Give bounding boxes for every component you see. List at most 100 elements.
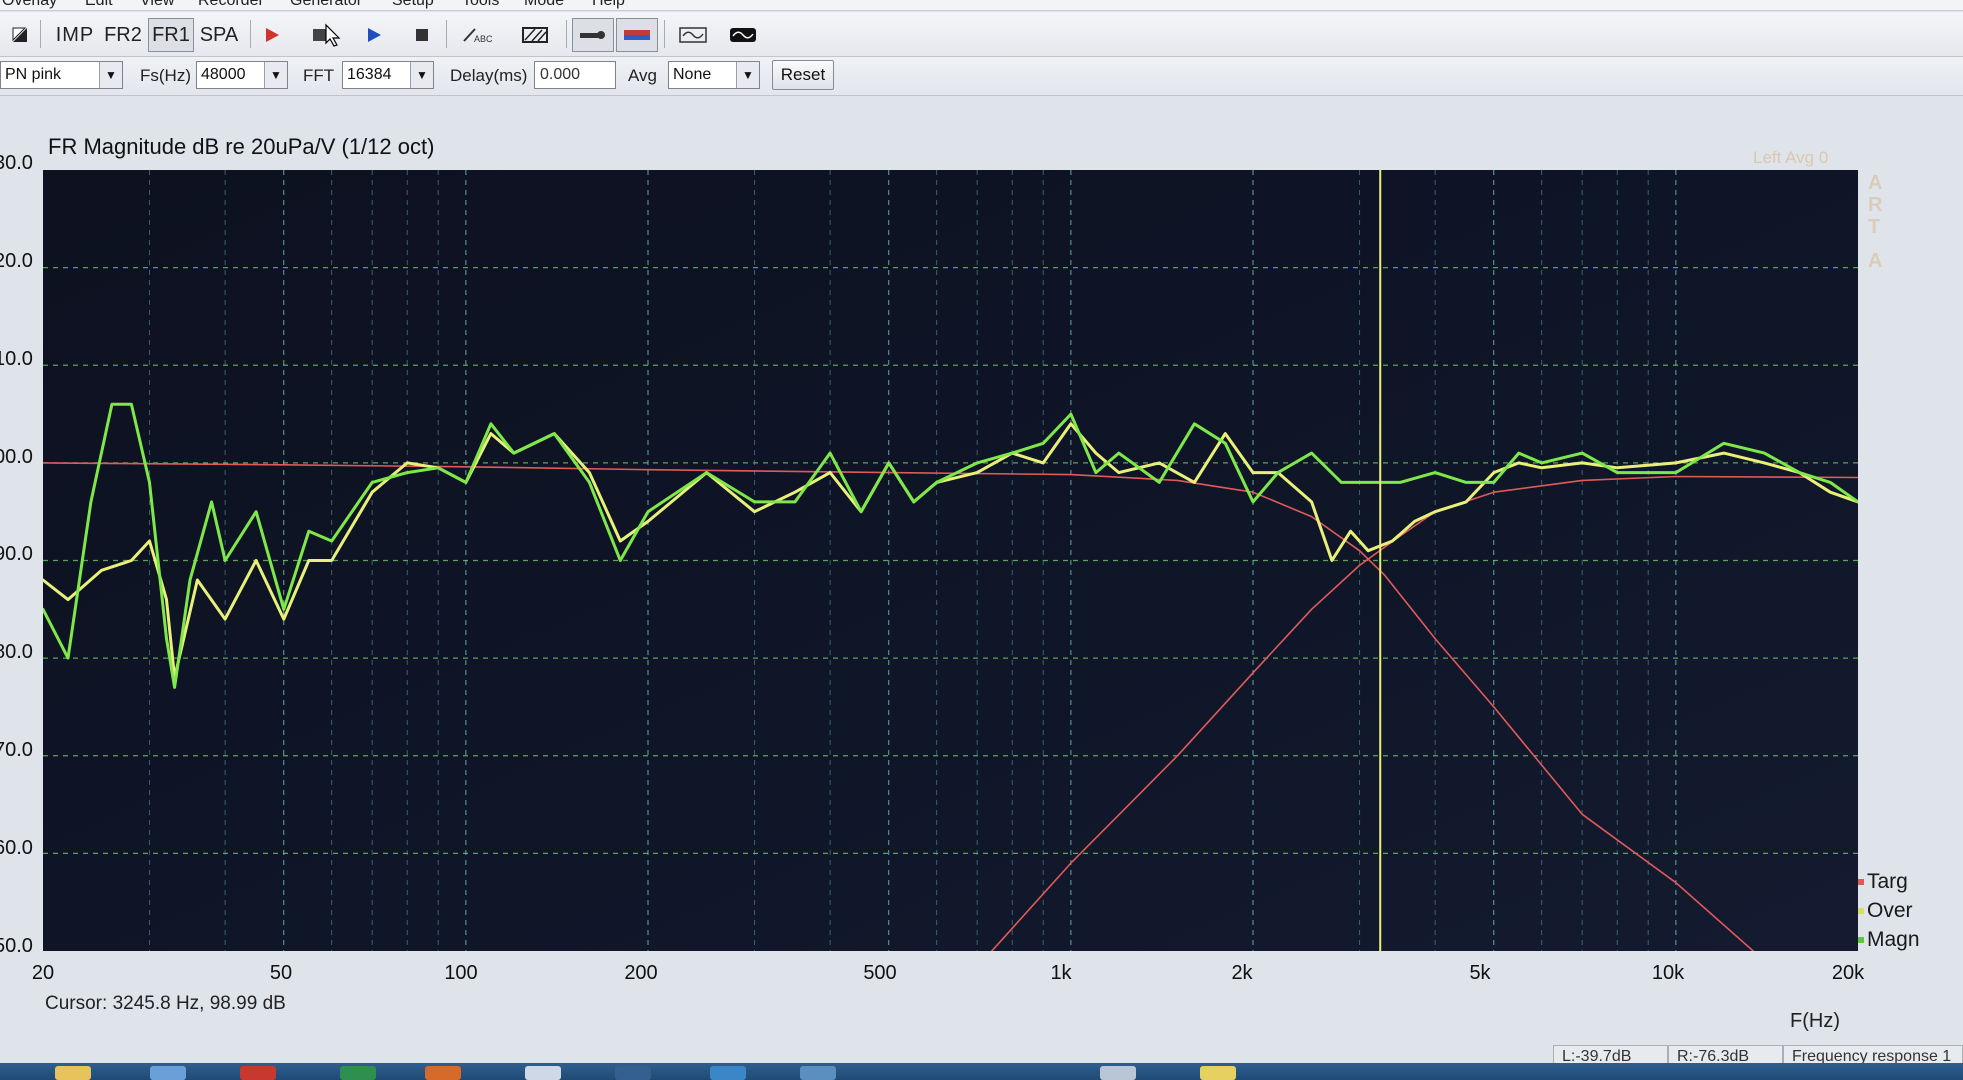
- reset-button[interactable]: Reset: [772, 60, 834, 90]
- taskbar-browser-icon[interactable]: [525, 1066, 561, 1080]
- x-tick-label: 20k: [1831, 962, 1865, 984]
- chevron-down-icon[interactable]: ▼: [99, 62, 122, 88]
- legend-label: Over: [1867, 899, 1913, 922]
- toolbar-separator: [446, 20, 447, 48]
- legend-swatch: [1858, 879, 1864, 886]
- delay-field[interactable]: 0.000: [534, 61, 616, 89]
- taskbar-app-icon[interactable]: [150, 1066, 186, 1080]
- cursor-readout: Cursor: 3245.8 Hz, 98.99 dB: [45, 993, 286, 1014]
- spectrum-icon[interactable]: [616, 18, 658, 52]
- taskbar-app-icon[interactable]: [800, 1066, 836, 1080]
- taskbar-folder-icon[interactable]: [55, 1066, 91, 1080]
- waveform-icon[interactable]: [672, 18, 714, 52]
- graph-title: FR Magnitude dB re 20uPa/V (1/12 oct): [48, 134, 435, 159]
- legend-swatch: [1858, 937, 1864, 944]
- legend-swatch: [1858, 908, 1864, 915]
- menu-view[interactable]: View: [140, 0, 174, 10]
- play-icon[interactable]: [358, 18, 390, 52]
- menu-setup[interactable]: Setup: [392, 0, 434, 10]
- taskbar-app-icon[interactable]: [710, 1066, 746, 1080]
- fft-label: FFT: [303, 66, 335, 85]
- control-bar: PN pink ▼ Fs(Hz) 48000 ▼ FFT 16384 ▼ Del…: [0, 57, 1963, 96]
- taskbar: [0, 1063, 1963, 1080]
- y-tick-label: 00.0: [0, 446, 33, 468]
- x-tick-label: 50: [269, 962, 293, 984]
- menu-overlay[interactable]: Overlay: [2, 0, 57, 10]
- taskbar-excel-icon[interactable]: [340, 1066, 376, 1080]
- legend-item-over: Over: [1858, 899, 1913, 923]
- x-tick-label: 500: [863, 962, 897, 984]
- fr1-button[interactable]: FR1: [148, 18, 194, 52]
- y-tick-label: 90.0: [0, 543, 33, 565]
- menu-help[interactable]: Help: [592, 0, 625, 10]
- generator-select[interactable]: PN pink ▼: [0, 61, 123, 89]
- menu-bar: Overlay Edit View Recorder Generator Set…: [0, 0, 1963, 11]
- avg-value: None: [673, 66, 712, 83]
- chevron-down-icon[interactable]: ▼: [736, 62, 759, 88]
- taskbar-powerpoint-icon[interactable]: [425, 1066, 461, 1080]
- taskbar-app-icon[interactable]: [240, 1066, 276, 1080]
- fs-select[interactable]: 48000 ▼: [196, 61, 288, 89]
- frequency-response-plot[interactable]: [43, 170, 1858, 951]
- fft-value: 16384: [347, 66, 392, 83]
- watermark-letter: R: [1868, 194, 1883, 216]
- svg-text:ABC: ABC: [474, 34, 493, 44]
- chevron-down-icon[interactable]: ▼: [264, 62, 287, 88]
- fs-label: Fs(Hz): [140, 66, 191, 85]
- delay-label: Delay(ms): [450, 66, 528, 85]
- legend-item-targ: Targ: [1858, 870, 1908, 894]
- menu-tools[interactable]: Tools: [462, 0, 499, 10]
- x-tick-label: 100: [444, 962, 478, 984]
- y-tick-label: 80.0: [0, 641, 33, 663]
- toolbar-separator: [664, 20, 665, 48]
- oscilloscope-icon[interactable]: [722, 18, 764, 52]
- x-tick-label: 10k: [1651, 962, 1685, 984]
- y-tick-label: 30.0: [0, 152, 33, 174]
- chevron-down-icon[interactable]: ▼: [410, 62, 433, 88]
- taskbar-app-icon[interactable]: [1200, 1066, 1236, 1080]
- watermark-letter: A: [1868, 250, 1883, 272]
- mouse-pointer-icon: [320, 18, 346, 52]
- menu-recorder[interactable]: Recorder: [198, 0, 264, 10]
- x-axis-unit: F(Hz): [1790, 1010, 1840, 1032]
- y-tick-label: 70.0: [0, 739, 33, 761]
- legend-item-magn: Magn: [1858, 928, 1920, 952]
- menu-edit[interactable]: Edit: [85, 0, 113, 10]
- annotate-icon[interactable]: ABC: [458, 18, 496, 52]
- toolbar-separator: [40, 20, 41, 48]
- spa-button[interactable]: SPA: [196, 18, 242, 52]
- record-play-icon[interactable]: [256, 18, 288, 52]
- channel-note: Left Avg 0: [1753, 148, 1829, 167]
- new-icon[interactable]: [4, 18, 36, 52]
- x-tick-label: 20: [31, 962, 55, 984]
- imp-button[interactable]: IMP: [52, 18, 98, 52]
- watermark-letter: T: [1868, 216, 1881, 238]
- taskbar-app-icon[interactable]: [615, 1066, 651, 1080]
- watermark-letter: A: [1868, 172, 1883, 194]
- x-tick-label: 200: [624, 962, 658, 984]
- fr2-button[interactable]: FR2: [100, 18, 146, 52]
- x-tick-label: 2k: [1231, 962, 1253, 984]
- avg-label: Avg: [628, 66, 657, 85]
- hatch-icon[interactable]: [516, 18, 554, 52]
- x-tick-label: 1k: [1050, 962, 1072, 984]
- toolbar: IMP FR2 FR1 SPA ABC: [0, 12, 1963, 57]
- y-tick-label: 50.0: [0, 935, 33, 957]
- toolbar-separator: [250, 20, 251, 48]
- taskbar-app-icon[interactable]: [1100, 1066, 1136, 1080]
- menu-mode[interactable]: Mode: [524, 0, 564, 10]
- y-tick-label: 20.0: [0, 250, 33, 272]
- fs-value: 48000: [201, 66, 246, 83]
- avg-select[interactable]: None ▼: [668, 61, 760, 89]
- legend-label: Magn: [1867, 928, 1920, 951]
- stop-icon[interactable]: [406, 18, 438, 52]
- probe-icon[interactable]: [572, 18, 614, 52]
- menu-generator[interactable]: Generator: [290, 0, 362, 10]
- y-tick-label: 10.0: [0, 348, 33, 370]
- x-tick-label: 5k: [1469, 962, 1491, 984]
- fft-select[interactable]: 16384 ▼: [342, 61, 434, 89]
- legend-label: Targ: [1867, 870, 1908, 893]
- toolbar-separator: [566, 20, 567, 48]
- y-tick-label: 60.0: [0, 837, 33, 859]
- generator-value: PN pink: [5, 66, 62, 83]
